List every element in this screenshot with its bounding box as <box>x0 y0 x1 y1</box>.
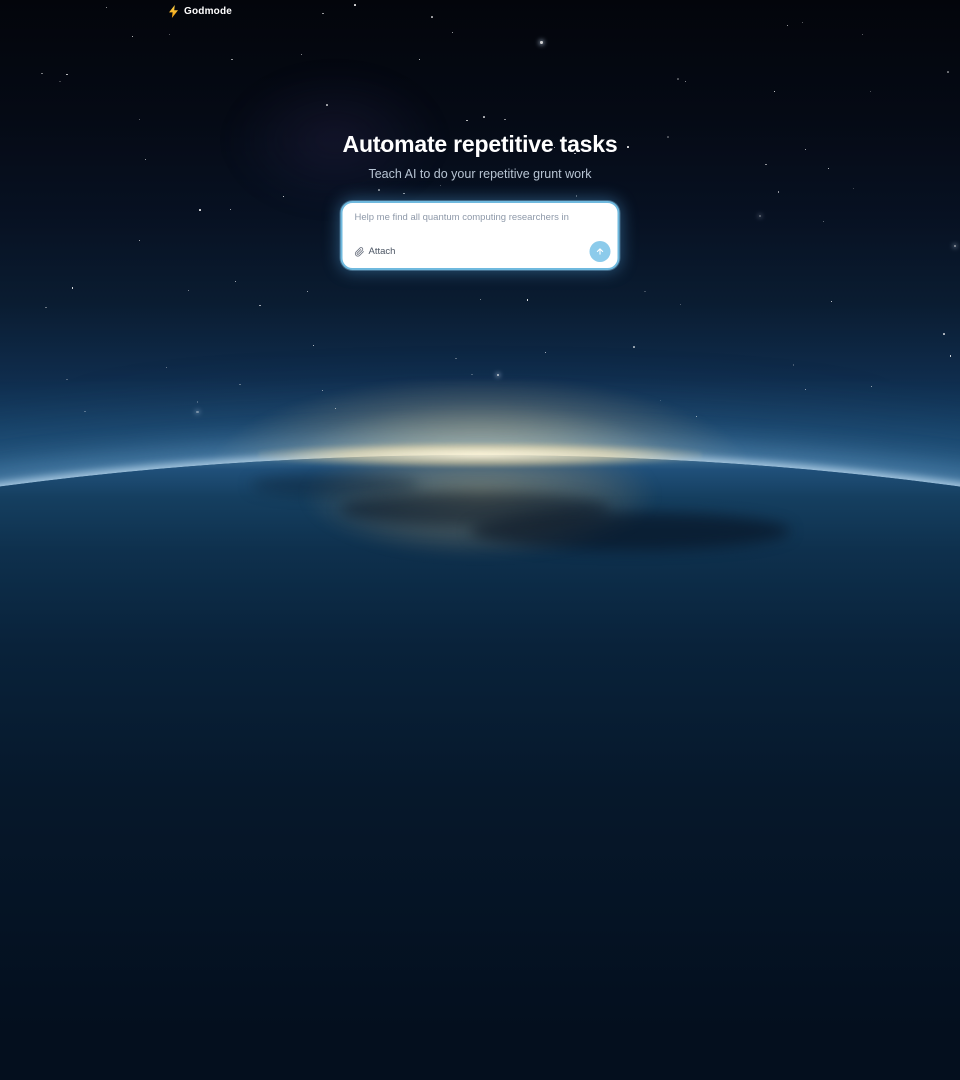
star <box>943 333 945 335</box>
prompt-card: Attach <box>341 201 620 270</box>
star <box>540 41 542 43</box>
hero-section: Automate repetitive tasks Teach AI to do… <box>0 131 960 181</box>
lightning-bolt-icon <box>168 5 179 18</box>
star <box>947 71 949 73</box>
brand-name: Godmode <box>184 6 232 17</box>
attach-label: Attach <box>369 246 396 257</box>
star <box>527 299 529 301</box>
star <box>199 209 201 211</box>
arrow-up-icon <box>596 247 605 256</box>
brand-logo[interactable]: Godmode <box>168 5 232 18</box>
star <box>41 73 42 74</box>
page-subtitle: Teach AI to do your repetitive grunt wor… <box>0 167 960 181</box>
star <box>778 191 780 193</box>
star <box>823 221 824 222</box>
star <box>326 104 328 106</box>
star <box>419 59 420 60</box>
star <box>378 189 380 191</box>
star <box>431 16 433 18</box>
star <box>853 188 854 189</box>
star <box>313 345 314 346</box>
star <box>480 299 481 300</box>
attach-button[interactable]: Attach <box>353 244 398 259</box>
send-button[interactable] <box>590 241 611 262</box>
star <box>677 78 679 80</box>
star <box>633 346 635 348</box>
page-title: Automate repetitive tasks <box>0 131 960 158</box>
star <box>483 116 485 118</box>
star <box>72 287 74 289</box>
cloud-patch <box>470 512 790 550</box>
paperclip-icon <box>355 247 365 257</box>
star <box>230 209 231 210</box>
star <box>188 290 189 291</box>
star <box>440 185 441 186</box>
cloud-patch <box>250 474 420 496</box>
prompt-input[interactable] <box>343 203 618 241</box>
star <box>259 305 261 307</box>
star <box>196 411 198 413</box>
star <box>235 281 236 282</box>
star <box>354 4 356 6</box>
star <box>455 358 457 360</box>
star <box>466 120 468 122</box>
star <box>45 307 46 308</box>
star <box>84 411 86 413</box>
prompt-card-footer: Attach <box>353 241 611 262</box>
